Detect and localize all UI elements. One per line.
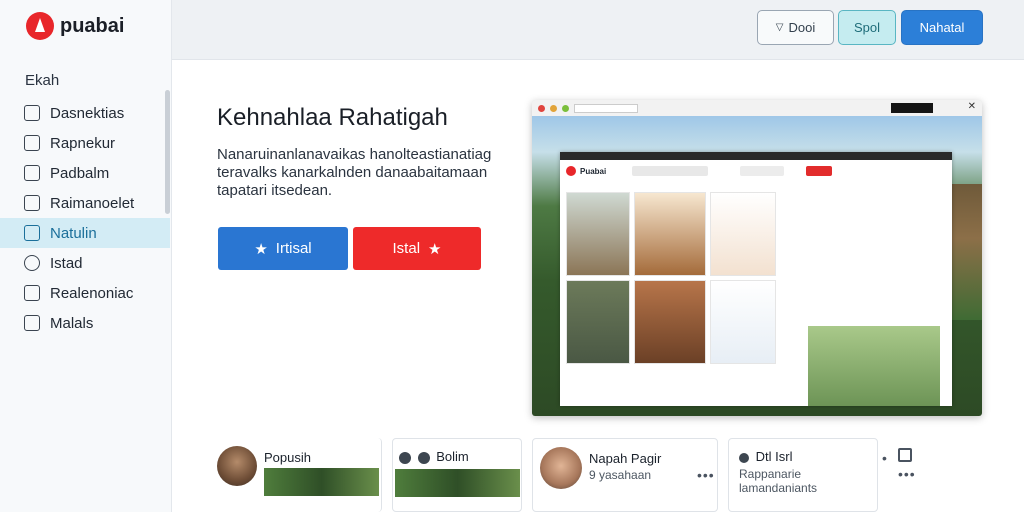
star-icon: ★ xyxy=(428,240,442,258)
bookmark-icon xyxy=(24,135,40,151)
square-icon[interactable] xyxy=(898,448,912,462)
card-1[interactable]: Popusih xyxy=(212,438,382,512)
sidebar-item-1[interactable]: Dasnektias xyxy=(0,98,170,128)
more-icon[interactable]: ••• xyxy=(898,466,916,482)
close-icon: ✕ xyxy=(967,101,976,112)
mini-logo-icon xyxy=(566,166,576,176)
sidebar-item-8[interactable]: Malals xyxy=(0,308,170,338)
hero-description: Nanaruinanlanavaikas hanolteastianatiag … xyxy=(217,146,492,199)
sidebar-item-label: Istad xyxy=(50,254,83,272)
preview-tile-5 xyxy=(634,280,706,364)
square-icon xyxy=(24,195,40,211)
preview-inner-topbar xyxy=(560,152,952,160)
teal-button[interactable]: Spol xyxy=(838,10,896,45)
preview-tile-1 xyxy=(566,192,630,276)
sidebar-item-label: Padbalm xyxy=(50,164,110,182)
window-max-dot xyxy=(562,104,569,112)
sidebar: puabai Ekah Dasnektias Rapnekur Padbalm … xyxy=(0,0,172,512)
card-subtitle: Rappanarie lamandaniants xyxy=(739,467,818,495)
preview-logo-text: Puabai xyxy=(580,166,607,176)
card-title-row: Dtl Isrl xyxy=(739,449,792,464)
sidebar-item-3[interactable]: Padbalm xyxy=(0,158,170,188)
main-content: Kehnahlaa Rahatigah Nanaruinanlanavaikas… xyxy=(172,60,1024,512)
chevron-down-icon: ▽ xyxy=(775,22,784,33)
sidebar-item-4[interactable]: Raimanoelet xyxy=(0,188,170,218)
card-title: Bolim xyxy=(436,449,469,464)
folder-icon xyxy=(24,225,40,241)
card-row: Popusih Bolim Napah Pagir 9 yasahaan ••• xyxy=(172,438,1024,512)
primary-button[interactable]: Nahatal xyxy=(901,10,983,45)
preview-nav-pill xyxy=(740,166,784,176)
card-title-row: Bolim xyxy=(399,449,469,464)
checkbox-icon xyxy=(24,315,40,331)
bullet-icon: • xyxy=(882,450,888,466)
preview-tile-2 xyxy=(634,192,706,276)
cta-secondary-button[interactable]: Istal ★ xyxy=(353,227,481,270)
sidebar-item-label: Dasnektias xyxy=(50,104,125,122)
preview-tile-3 xyxy=(710,192,776,276)
star-icon: ★ xyxy=(254,240,268,258)
avatar xyxy=(217,446,257,486)
window-close-dot xyxy=(538,104,545,112)
clock-icon xyxy=(24,255,40,271)
check-square-icon xyxy=(24,105,40,121)
card-3[interactable]: Napah Pagir 9 yasahaan ••• xyxy=(532,438,718,512)
outline-button[interactable]: ▽ Dooi xyxy=(757,10,834,45)
info-icon xyxy=(739,452,749,463)
hero-title: Kehnahlaa Rahatigah xyxy=(217,104,448,131)
cta-secondary-label: Istal xyxy=(392,240,421,257)
sidebar-item-label: Rapnekur xyxy=(50,134,116,152)
card-title: Dtl Isrl xyxy=(755,449,793,464)
preview-green-photo xyxy=(808,326,940,406)
preview-dark-field xyxy=(891,103,933,113)
preview-search-bar xyxy=(632,166,708,176)
card-subtitle: 9 yasahaan xyxy=(589,468,652,482)
sidebar-item-5-active[interactable]: Natulin xyxy=(0,218,170,248)
sidebar-item-label: Natulin xyxy=(50,224,97,242)
sidebar-item-2[interactable]: Rapnekur xyxy=(0,128,170,158)
preview-tile-6 xyxy=(710,280,776,364)
sidebar-item-6[interactable]: Istad xyxy=(0,248,170,278)
logo-text: puabai xyxy=(60,14,125,37)
logo[interactable]: puabai xyxy=(26,12,124,40)
card-thumbnail xyxy=(264,468,379,496)
cta-primary-label: Irtisal xyxy=(275,240,312,257)
checkbox-icon xyxy=(24,285,40,301)
logo-icon xyxy=(26,12,54,40)
sidebar-heading: Ekah xyxy=(25,72,60,89)
avatar xyxy=(540,447,582,489)
app-window: puabai Ekah Dasnektias Rapnekur Padbalm … xyxy=(0,0,1024,512)
window-min-dot xyxy=(550,104,557,112)
sidebar-item-7[interactable]: Realenoniac xyxy=(0,278,170,308)
card-2[interactable]: Bolim xyxy=(392,438,522,512)
preview-screenshot: ✕ Puabai xyxy=(532,100,982,416)
card-thumbnail xyxy=(395,469,520,497)
cta-primary-button[interactable]: ★ Irtisal xyxy=(218,227,348,270)
more-icon[interactable]: ••• xyxy=(697,467,715,483)
top-bar: ▽ Dooi Spol Nahatal xyxy=(172,0,1024,60)
sidebar-scrollbar[interactable] xyxy=(165,90,170,214)
preview-tile-4 xyxy=(566,280,630,364)
page-icon xyxy=(24,165,40,181)
sidebar-item-label: Realenoniac xyxy=(50,284,134,302)
sidebar-item-label: Raimanoelet xyxy=(50,194,135,212)
outline-button-label: Dooi xyxy=(788,20,816,35)
card-title: Popusih xyxy=(264,450,311,465)
url-box xyxy=(574,103,638,113)
plus-icon xyxy=(399,451,411,464)
card-title: Napah Pagir xyxy=(589,451,662,466)
sidebar-list: Dasnektias Rapnekur Padbalm Raimanoelet … xyxy=(0,98,170,338)
sidebar-item-label: Malals xyxy=(50,314,94,332)
card-4[interactable]: Dtl Isrl Rappanarie lamandaniants xyxy=(728,438,878,512)
gear-icon xyxy=(417,451,430,464)
preview-red-pill xyxy=(806,166,832,176)
